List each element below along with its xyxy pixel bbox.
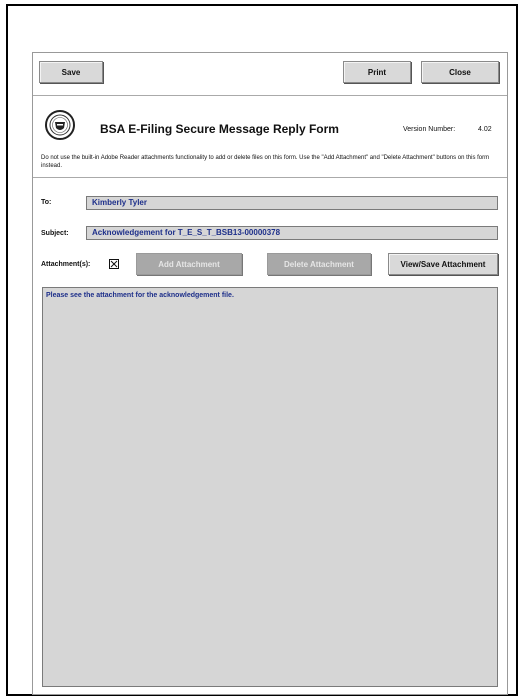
attachment-notice: Do not use the built-in Adobe Reader att… — [41, 155, 490, 169]
form-title: BSA E-Filing Secure Message Reply Form — [100, 122, 339, 136]
save-button[interactable]: Save — [39, 61, 103, 83]
close-button[interactable]: Close — [421, 61, 499, 83]
view-save-attachment-button[interactable]: View/Save Attachment — [388, 253, 498, 275]
to-field[interactable]: Kimberly Tyler — [86, 196, 498, 210]
add-attachment-button[interactable]: Add Attachment — [136, 253, 242, 275]
document-page-frame: Save Print Close BSA E-Filing Secure Mes… — [6, 4, 518, 696]
checkmark-x-icon — [110, 260, 118, 268]
treasury-seal-icon — [45, 110, 75, 140]
version-value: 4.02 — [478, 126, 492, 133]
delete-attachment-button[interactable]: Delete Attachment — [267, 253, 371, 275]
version-label: Version Number: — [403, 126, 456, 133]
toolbar-divider — [33, 95, 507, 96]
attachments-label: Attachment(s): — [41, 261, 91, 268]
message-reply-form: Save Print Close BSA E-Filing Secure Mes… — [32, 52, 508, 695]
header-divider — [33, 177, 507, 178]
message-body-text: Please see the attachment for the acknow… — [46, 292, 234, 299]
to-label: To: — [41, 199, 52, 206]
subject-field[interactable]: Acknowledgement for T_E_S_T_BSB13-000003… — [86, 226, 498, 240]
attachment-checkbox[interactable] — [109, 259, 119, 269]
print-button[interactable]: Print — [343, 61, 411, 83]
subject-label: Subject: — [41, 230, 69, 237]
message-body[interactable]: Please see the attachment for the acknow… — [42, 287, 498, 687]
